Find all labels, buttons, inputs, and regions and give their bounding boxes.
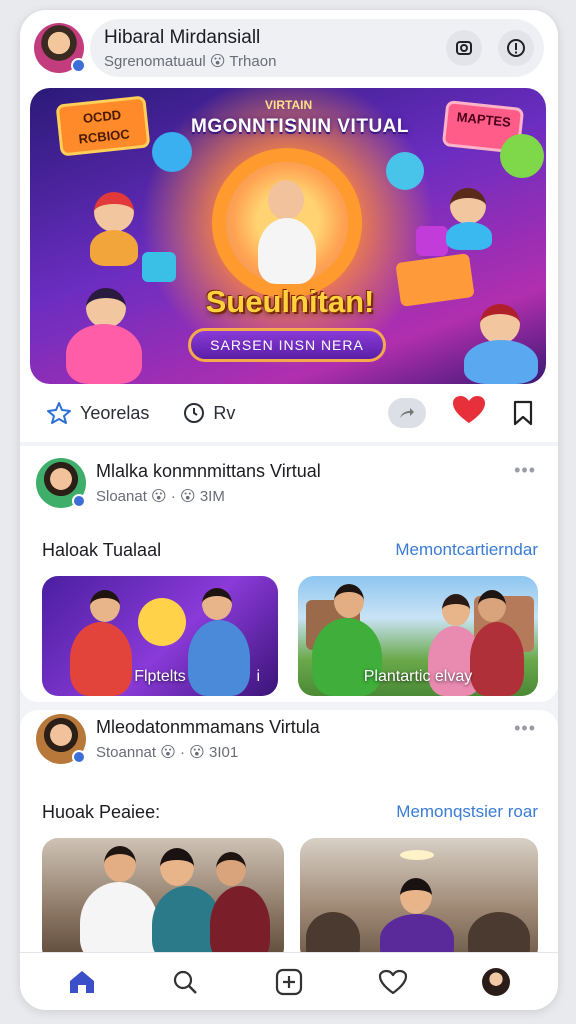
post-avatar[interactable]	[36, 458, 86, 508]
more-options-icon[interactable]: •••	[514, 718, 536, 739]
clock-icon	[184, 403, 205, 423]
card-person-3	[216, 852, 246, 886]
heart-sticker-icon	[142, 252, 176, 282]
card-person-1	[104, 846, 136, 882]
share-icon	[400, 408, 414, 418]
share-toggle-button[interactable]	[388, 398, 426, 428]
person-left-top-body	[90, 230, 138, 266]
post-title[interactable]: Mlalka konmnmittans Virtual	[96, 461, 321, 482]
post-avatar[interactable]	[36, 714, 86, 764]
post-title[interactable]: Mleodatonmmamans Virtula	[96, 717, 320, 738]
hero-sign-left: OCDD RCBIOC	[55, 95, 151, 157]
verified-badge-icon	[71, 58, 86, 73]
section-title: Huoak Peaiee:	[42, 802, 161, 822]
app-screen: Hibaral Mirdansiall Sgrenomatuaul 😮 Trha…	[20, 10, 558, 1010]
card-person-2	[160, 848, 194, 886]
user-avatar[interactable]	[34, 23, 86, 73]
chat-bubble-icon	[152, 132, 192, 172]
card-person-2	[442, 594, 470, 626]
hero-heading: MGONNTISNIN VITUAL	[191, 116, 409, 137]
action-row: Yeorelas Rv	[20, 384, 558, 442]
header-title: Hibaral Mirdansiall	[104, 26, 261, 48]
header-subtitle: Sgrenomatuaul 😮 Trhaon	[104, 52, 277, 70]
card-person-1	[400, 878, 432, 914]
person-right-bottom-body	[464, 340, 538, 384]
bookmark-button[interactable]	[512, 400, 533, 426]
card-person-2	[202, 588, 232, 620]
card-person-1	[90, 590, 120, 622]
recent-action[interactable]: Rv	[183, 402, 235, 424]
hero-cta-button[interactable]: SARSEN INSN NERA	[188, 328, 386, 362]
person-right-top	[450, 188, 486, 224]
sticker-icon	[138, 598, 186, 646]
section-link[interactable]: Memonqstsier roar	[396, 802, 538, 822]
header-profile-pill[interactable]: Hibaral Mirdansiall Sgrenomatuaul 😮 Trha…	[90, 19, 544, 77]
card-label: Flptelts	[134, 668, 186, 685]
feed-post: Mlalka konmnmittans Virtual Sloanat 😮 · …	[20, 446, 558, 702]
person-left-bottom	[86, 288, 126, 328]
person-right-bottom	[480, 304, 520, 344]
chat-bubble-icon	[500, 134, 544, 178]
recent-label: Rv	[213, 402, 236, 423]
favorites-action[interactable]: Yeorelas	[46, 401, 149, 425]
person-center-body	[258, 218, 316, 284]
person-left-top	[94, 192, 134, 232]
like-heart-button[interactable]	[452, 395, 486, 431]
media-card[interactable]	[42, 838, 284, 964]
media-card[interactable]	[300, 838, 538, 964]
favorites-label: Yeorelas	[80, 402, 150, 423]
post-subtitle: Sloanat 😮 · 😮 3IM	[96, 488, 225, 505]
search-icon[interactable]	[165, 962, 205, 1002]
post-subtitle: Stoannat 😮 · 😮 3I01	[96, 744, 239, 761]
bookmark-icon	[513, 400, 533, 426]
ceiling-lamp	[400, 850, 434, 860]
info-icon[interactable]	[498, 30, 534, 66]
person-center	[268, 180, 304, 220]
feed-post: Mleodatonmmamans Virtula Stoannat 😮 · 😮 …	[20, 710, 558, 964]
game-tile-icon	[416, 226, 448, 256]
heart-icon[interactable]	[373, 962, 413, 1002]
hero-banner[interactable]: OCDD RCBIOC MAPTES VIRTAIN MGONNTISNIN V…	[30, 88, 546, 384]
profile-avatar[interactable]	[476, 962, 516, 1002]
section-link[interactable]: Memontcartierndar	[395, 540, 538, 560]
card-label: Plantartic elvay	[363, 668, 473, 685]
camera-icon[interactable]	[446, 30, 482, 66]
info-icon[interactable]: i	[256, 668, 260, 686]
add-icon[interactable]	[269, 962, 309, 1002]
verified-badge-icon	[72, 750, 86, 764]
media-card[interactable]: Flptelts i	[42, 576, 278, 696]
verified-badge-icon	[72, 494, 86, 508]
hero-main-title: Sueulnitan!	[205, 284, 375, 319]
profile-avatar-image	[482, 967, 511, 996]
person-left-bottom-body	[66, 324, 142, 384]
bottom-navigation	[20, 952, 558, 1010]
section-title: Haloak Tualaal	[42, 540, 162, 560]
more-options-icon[interactable]: •••	[514, 460, 536, 481]
card-person-1	[334, 584, 364, 618]
hero-small-caption: VIRTAIN	[265, 98, 313, 112]
heart-filled-icon	[453, 396, 485, 423]
person-right-top-body	[446, 222, 492, 250]
sticker-box-icon	[395, 253, 475, 307]
star-icon	[47, 402, 71, 424]
media-card[interactable]: Plantartic elvay	[298, 576, 538, 696]
top-header: Hibaral Mirdansiall Sgrenomatuaul 😮 Trha…	[20, 10, 558, 86]
card-person-3	[478, 590, 506, 622]
home-icon[interactable]	[62, 962, 102, 1002]
emoji-bubble-icon	[386, 152, 424, 190]
